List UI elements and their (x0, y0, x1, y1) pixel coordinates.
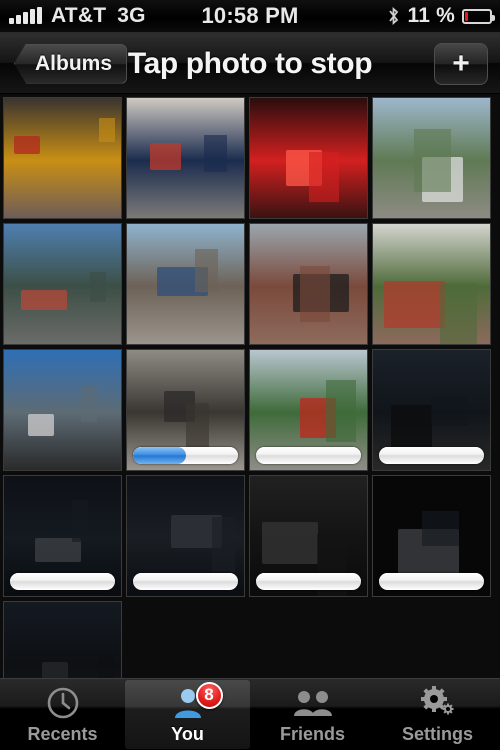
photo-thumbnail (373, 98, 490, 218)
bluetooth-icon (387, 6, 400, 26)
upload-progress-bar (133, 573, 238, 590)
tab-friends[interactable]: Friends (250, 679, 375, 750)
photo-accent-shape (28, 414, 54, 436)
photo-cell[interactable] (372, 349, 491, 471)
photo-cell[interactable] (249, 475, 368, 597)
photo-thumbnail (4, 224, 121, 344)
plus-icon: + (452, 46, 470, 80)
photo-accent-shape-secondary (90, 272, 106, 302)
photo-thumbnail (250, 224, 367, 344)
upload-progress-bar (133, 447, 238, 464)
tab-label: Recents (27, 723, 98, 744)
upload-progress-bar (10, 573, 115, 590)
photo-accent-shape (21, 290, 67, 310)
upload-progress-bar (379, 447, 484, 464)
photo-thumbnail (4, 98, 121, 218)
photo-cell[interactable] (3, 601, 122, 678)
battery-percent-label: 11 % (407, 4, 455, 27)
photo-dim-overlay (4, 602, 121, 678)
photo-cell[interactable] (372, 97, 491, 219)
gear-icon (419, 685, 457, 721)
navigation-bar: Albums Tap photo to stop + (0, 34, 500, 94)
photo-cell[interactable] (3, 97, 122, 219)
upload-progress-bar (379, 573, 484, 590)
clock-icon (46, 685, 80, 721)
photo-cell[interactable] (126, 349, 245, 471)
photo-cell[interactable] (372, 475, 491, 597)
photo-cell[interactable] (126, 97, 245, 219)
photo-cell[interactable] (249, 223, 368, 345)
status-bar: AT&T 3G 10:58 PM 11 % (0, 0, 500, 34)
photo-thumbnail (127, 98, 244, 218)
status-bar-right: 11 % (387, 4, 495, 28)
upload-progress-bar (256, 573, 361, 590)
back-button-label: Albums (35, 51, 113, 75)
photo-accent-shape-secondary (300, 266, 330, 322)
photo-accent-shape (14, 136, 40, 154)
photo-thumbnail (250, 98, 367, 218)
photo-accent-shape-secondary (204, 135, 227, 172)
photo-accent-shape-secondary (309, 152, 339, 202)
photo-accent-shape-secondary (186, 403, 209, 452)
battery-icon (462, 8, 495, 24)
tab-bar: Recents 8 You Friends Settings (0, 678, 500, 750)
photo-accent-shape-secondary (195, 249, 218, 292)
photo-upload-screen: AT&T 3G 10:58 PM 11 % Albums Tap photo t… (0, 0, 500, 750)
tab-recents[interactable]: Recents (0, 679, 125, 750)
upload-progress-fill (133, 447, 186, 464)
photo-cell[interactable] (126, 223, 245, 345)
photo-cell[interactable] (372, 223, 491, 345)
photo-accent-shape-secondary (440, 283, 477, 344)
photo-cell[interactable] (249, 349, 368, 471)
photo-thumbnail (373, 224, 490, 344)
photo-accent-shape (384, 281, 445, 328)
person-icon: 8 (171, 681, 223, 721)
photo-accent-shape-secondary (99, 118, 115, 142)
tab-label: Friends (279, 723, 345, 744)
photo-cell[interactable] (249, 97, 368, 219)
back-button-albums[interactable]: Albums (14, 43, 128, 84)
tab-label: You (171, 723, 204, 744)
photo-thumbnail (127, 224, 244, 344)
notification-badge: 8 (195, 681, 223, 709)
photo-accent-shape-secondary (326, 380, 356, 442)
photo-cell[interactable] (3, 475, 122, 597)
tab-label: Settings (401, 723, 473, 744)
photo-accent-shape-secondary (414, 129, 451, 192)
photo-grid[interactable] (0, 95, 500, 678)
upload-progress-bar (256, 447, 361, 464)
photo-accent-shape-secondary (81, 386, 97, 422)
photo-cell[interactable] (3, 349, 122, 471)
photo-cell[interactable] (3, 223, 122, 345)
people-icon (293, 685, 333, 721)
photo-accent-shape (150, 143, 181, 170)
tab-you[interactable]: 8 You (125, 680, 250, 749)
photo-cell[interactable] (126, 475, 245, 597)
add-button[interactable]: + (434, 42, 488, 85)
photo-thumbnail (4, 350, 121, 470)
tab-settings[interactable]: Settings (375, 679, 500, 750)
